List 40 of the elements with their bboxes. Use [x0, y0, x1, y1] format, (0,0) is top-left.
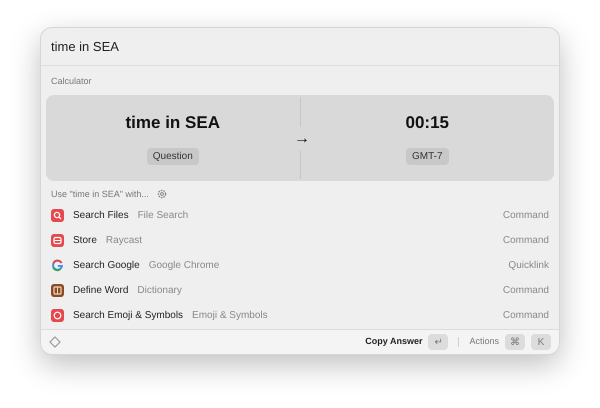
- store-icon: [51, 234, 64, 247]
- question-text: time in SEA: [126, 112, 220, 134]
- question-tag: Question: [146, 148, 199, 165]
- item-title: Define Word: [73, 284, 128, 298]
- item-type: Command: [502, 234, 549, 248]
- calculator-card[interactable]: time in SEA Question → 00:15 GMT-7: [46, 94, 554, 180]
- item-subtitle: Emoji & Symbols: [192, 309, 268, 323]
- actions-button[interactable]: Actions: [469, 335, 499, 349]
- emoji-icon: [51, 309, 64, 322]
- answer-tag: GMT-7: [406, 148, 449, 165]
- item-title: Search Files: [73, 209, 129, 223]
- search-icon: [51, 209, 64, 222]
- result-item[interactable]: Search Emoji & Symbols Emoji & Symbols Command: [41, 303, 559, 328]
- item-title: Store: [73, 234, 97, 248]
- copy-answer-button[interactable]: Copy Answer: [365, 335, 422, 349]
- item-type: Command: [502, 209, 549, 223]
- search-field[interactable]: time in SEA: [51, 36, 549, 56]
- answer-text: 00:15: [406, 112, 449, 134]
- item-type: Quicklink: [508, 259, 549, 273]
- item-title: Search Google: [73, 259, 140, 273]
- section-title: Use "time in SEA" with...: [51, 188, 149, 200]
- book-icon: [51, 284, 64, 297]
- key-hint: K: [531, 334, 551, 350]
- item-subtitle: Dictionary: [137, 284, 182, 298]
- result-item[interactable]: Store Raycast Command: [41, 228, 559, 253]
- item-title: Search Emoji & Symbols: [73, 309, 184, 323]
- key-hint: ↵: [428, 334, 448, 350]
- settings-icon[interactable]: [156, 189, 167, 200]
- result-item[interactable]: Search Files File Search Command: [41, 203, 559, 228]
- google-icon: [51, 259, 64, 272]
- result-item[interactable]: Define Word Dictionary Command: [41, 278, 559, 303]
- key-hint: ⌘: [505, 334, 525, 350]
- item-subtitle: Raycast: [106, 234, 142, 248]
- result-item[interactable]: Search Google Google Chrome Quicklink: [41, 253, 559, 278]
- item-type: Command: [502, 309, 549, 323]
- item-subtitle: File Search: [138, 209, 188, 223]
- item-type: Command: [502, 284, 549, 298]
- section-title: Calculator: [50, 75, 93, 88]
- item-subtitle: Google Chrome: [148, 259, 220, 273]
- diamond-icon: [49, 336, 61, 348]
